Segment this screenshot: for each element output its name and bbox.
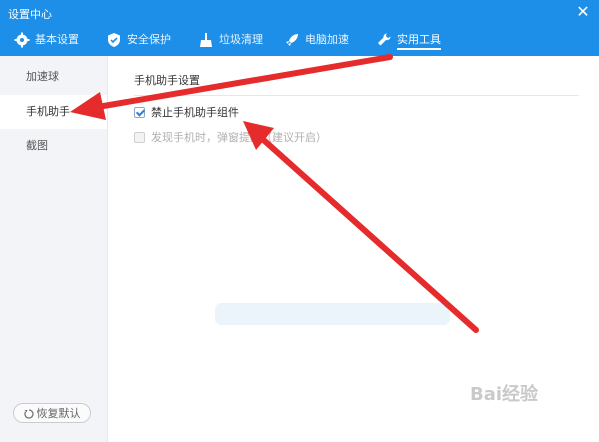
gear-icon: [14, 32, 30, 48]
tab-security[interactable]: 安全保护: [106, 28, 171, 56]
tab-label: 基本设置: [35, 33, 79, 46]
option-phone-popup-reminder: 发现手机时，弹窗提醒（建议开启）: [134, 129, 327, 145]
tab-utilities[interactable]: 实用工具: [376, 28, 441, 56]
sidebar: 加速球 手机助手 截图 恢复默认: [0, 56, 108, 442]
option-label: 禁止手机助手组件: [151, 106, 239, 119]
tab-label: 电脑加速: [305, 33, 349, 46]
option-label: 发现手机时，弹窗提醒（建议开启）: [151, 131, 327, 144]
tab-speedup[interactable]: 电脑加速: [284, 28, 349, 56]
sidebar-item-phone-assistant[interactable]: 手机助手: [0, 95, 107, 129]
checkbox-disable-phone-assistant[interactable]: [134, 106, 145, 118]
tab-cleanup[interactable]: 垃圾清理: [198, 28, 263, 56]
restore-defaults-button[interactable]: 恢复默认: [13, 403, 91, 423]
broom-icon: [200, 33, 212, 47]
tab-label: 实用工具: [397, 33, 441, 50]
tab-label: 安全保护: [127, 33, 171, 46]
blurred-region: [215, 303, 450, 325]
restore-defaults-label: 恢复默认: [36, 407, 81, 420]
section-divider: [134, 95, 579, 96]
checkbox-phone-popup-reminder: [134, 131, 145, 143]
watermark: Bai经验: [470, 384, 539, 405]
rocket-icon: [286, 34, 298, 46]
wrench-icon: [378, 33, 391, 46]
sidebar-item-speed-ball[interactable]: 加速球: [0, 60, 107, 94]
section-title: 手机助手设置: [134, 74, 200, 87]
shield-icon: [108, 33, 120, 47]
title-bar: 设置中心 ✕: [0, 0, 599, 28]
option-disable-phone-assistant[interactable]: 禁止手机助手组件: [134, 104, 239, 120]
window-title: 设置中心: [8, 8, 52, 21]
close-icon[interactable]: ✕: [575, 4, 591, 20]
sidebar-item-screenshot[interactable]: 截图: [0, 129, 107, 163]
tab-basic-settings[interactable]: 基本设置: [14, 28, 79, 56]
restore-icon: [23, 409, 34, 419]
tab-bar: 基本设置 安全保护 垃圾清理 电脑加速 实用工具: [0, 28, 599, 56]
tab-label: 垃圾清理: [219, 33, 263, 46]
